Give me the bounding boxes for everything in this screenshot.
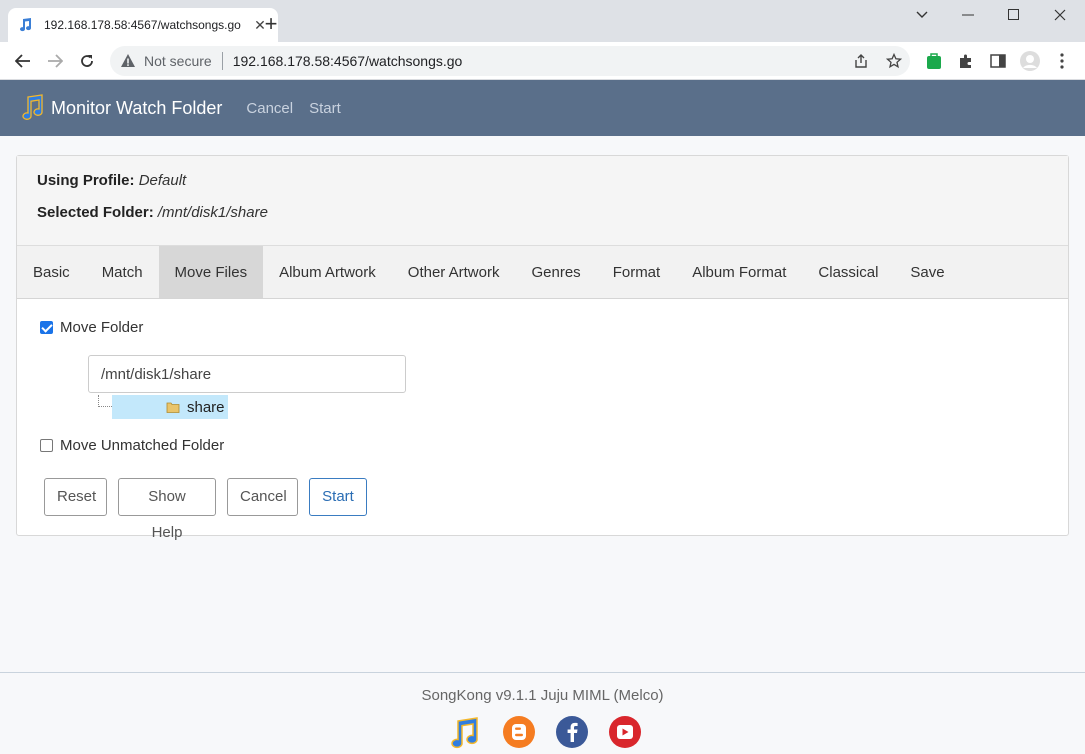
selected-folder-value: /mnt/disk1/share xyxy=(157,204,268,221)
move-folder-path-input[interactable]: /mnt/disk1/share xyxy=(88,355,406,393)
tab-basic[interactable]: Basic xyxy=(17,246,86,298)
panel-header: Using Profile: Default Selected Folder: … xyxy=(17,156,1068,246)
songkong-favicon-icon xyxy=(20,18,32,32)
youtube-icon[interactable] xyxy=(608,715,642,749)
tab-album-artwork[interactable]: Album Artwork xyxy=(263,246,392,298)
nav-cancel-link[interactable]: Cancel xyxy=(246,100,293,117)
omnibox-divider xyxy=(221,52,223,70)
tab-save[interactable]: Save xyxy=(894,246,960,298)
profile-value: Default xyxy=(138,172,187,189)
move-folder-checkbox[interactable] xyxy=(40,321,53,334)
songkong-home-icon[interactable] xyxy=(449,715,483,749)
side-panel-icon[interactable] xyxy=(988,51,1008,71)
tree-connector xyxy=(98,395,112,407)
folder-icon xyxy=(166,402,180,413)
tab-move-files[interactable]: Move Files xyxy=(158,246,264,298)
facebook-icon[interactable] xyxy=(555,715,589,749)
bookmark-star-icon[interactable] xyxy=(884,51,904,71)
selected-folder-line: Selected Folder: /mnt/disk1/share xyxy=(37,204,1048,236)
security-status[interactable]: Not secure xyxy=(144,53,212,69)
move-folder-label[interactable]: Move Folder xyxy=(60,319,143,336)
tab-title: 192.168.178.58:4567/watchsongs.go xyxy=(44,18,241,32)
warning-icon[interactable] xyxy=(120,53,136,69)
options-tabs: Basic Match Move Files Album Artwork Oth… xyxy=(17,246,1068,299)
back-icon[interactable] xyxy=(12,50,34,72)
move-unmatched-label[interactable]: Move Unmatched Folder xyxy=(60,437,224,454)
browser-menu-icon[interactable] xyxy=(1052,51,1072,71)
minimize-icon[interactable] xyxy=(945,0,991,30)
tab-classical[interactable]: Classical xyxy=(802,246,894,298)
tree-node-label[interactable]: share xyxy=(187,399,225,416)
page-footer: SongKong v9.1.1 Juju MIML (Melco) xyxy=(0,672,1085,754)
tab-search-chevron-icon[interactable] xyxy=(899,0,945,30)
show-help-button[interactable]: Show Help xyxy=(118,478,216,541)
watch-folder-panel: Using Profile: Default Selected Folder: … xyxy=(16,155,1069,541)
app-title[interactable]: Monitor Watch Folder xyxy=(51,98,222,119)
app-header: Monitor Watch Folder Cancel Start xyxy=(0,80,1085,136)
folder-tree-node[interactable]: share xyxy=(112,395,228,419)
reload-icon[interactable] xyxy=(76,50,98,72)
browser-tab[interactable]: 192.168.178.58:4567/watchsongs.go ✕ xyxy=(8,8,278,42)
new-tab-button[interactable]: + xyxy=(258,12,284,38)
blogger-icon[interactable] xyxy=(502,715,536,749)
nav-start-link[interactable]: Start xyxy=(309,100,341,117)
browser-tabstrip: 192.168.178.58:4567/watchsongs.go ✕ + xyxy=(0,0,1085,42)
profile-label: Using Profile: xyxy=(37,172,135,189)
reset-button[interactable]: Reset xyxy=(44,478,107,516)
start-button[interactable]: Start xyxy=(309,478,367,516)
profile-line: Using Profile: Default xyxy=(37,172,1048,204)
avg-extension-icon[interactable] xyxy=(924,51,944,71)
tab-other-artwork[interactable]: Other Artwork xyxy=(392,246,516,298)
songkong-logo-icon[interactable] xyxy=(20,94,46,122)
move-files-body: Move Folder /mnt/disk1/share share Move … xyxy=(17,299,1068,541)
close-window-icon[interactable] xyxy=(1037,0,1083,30)
selected-folder-label: Selected Folder: xyxy=(37,204,154,221)
tab-genres[interactable]: Genres xyxy=(515,246,596,298)
url-text[interactable]: 192.168.178.58:4567/watchsongs.go xyxy=(233,53,463,69)
tab-format[interactable]: Format xyxy=(597,246,677,298)
share-icon[interactable] xyxy=(851,51,871,71)
address-bar[interactable]: Not secure 192.168.178.58:4567/watchsong… xyxy=(110,46,910,76)
forward-icon[interactable] xyxy=(44,50,66,72)
browser-toolbar: Not secure 192.168.178.58:4567/watchsong… xyxy=(0,42,1085,80)
version-text: SongKong v9.1.1 Juju MIML (Melco) xyxy=(421,687,664,704)
extensions-puzzle-icon[interactable] xyxy=(956,51,976,71)
cancel-button[interactable]: Cancel xyxy=(227,478,298,516)
move-unmatched-checkbox[interactable] xyxy=(40,439,53,452)
tab-match[interactable]: Match xyxy=(86,246,159,298)
tab-album-format[interactable]: Album Format xyxy=(676,246,802,298)
maximize-icon[interactable] xyxy=(991,0,1037,30)
profile-avatar-icon[interactable] xyxy=(1018,49,1042,73)
